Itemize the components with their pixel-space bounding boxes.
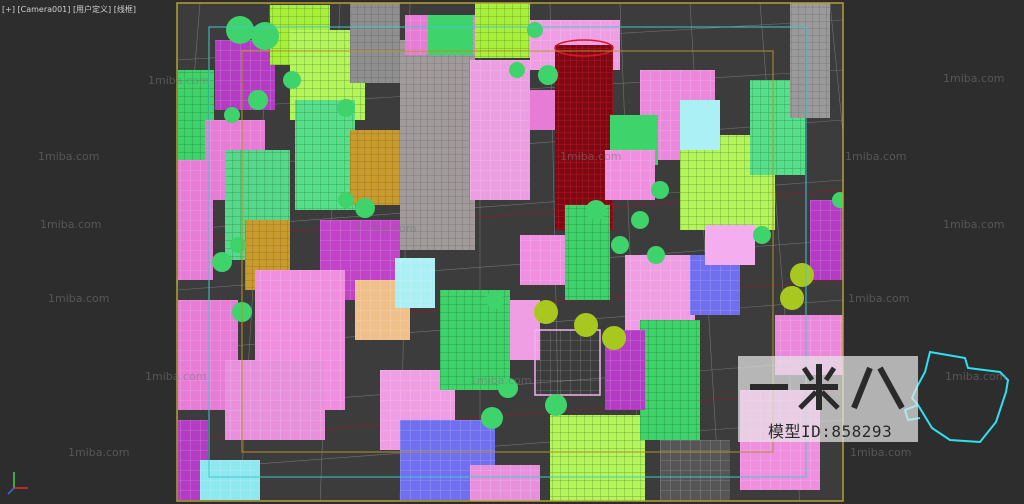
building-pink-center [470,60,530,200]
building-tan-1 [350,130,405,205]
viewcube-icon[interactable] [903,350,1010,444]
building-cyan-1 [395,258,435,308]
building-gray-tower [400,40,475,250]
building-red-tower [554,39,614,230]
building-pink-r4 [705,225,755,265]
building-pink-5 [225,360,325,440]
watermark-text: 1miba.com [850,446,912,459]
watermark-text: 1miba.com [68,446,130,459]
watermark-text: 1miba.com [40,218,102,231]
axis-gizmo-icon [7,472,28,495]
building-pink-small [534,329,601,396]
building-magenta-r1 [810,200,843,280]
watermark-text: 1miba.com [470,374,532,387]
building-pink-7 [470,465,540,501]
building-pink-r3 [625,255,695,330]
watermark-text: 1miba.com [560,150,622,163]
model-id-label: 模型ID:858293 [768,422,893,441]
building-gray-r2 [660,440,730,500]
watermark-text: 1miba.com [845,150,907,163]
watermark-text: 1miba.com [943,218,1005,231]
building-gray-1 [350,3,400,83]
building-gray-r1 [790,3,830,118]
building-green-r3 [640,320,700,440]
building-lime-top [475,3,530,58]
watermark-text: 1miba.com [38,150,100,163]
watermark-text: 1miba.com [148,74,210,87]
watermark-text: 1miba.com [355,222,417,235]
building-lime-bottom [550,415,645,501]
building-pink-2 [178,160,213,280]
viewport-label[interactable]: [+] [Camera001] [用户定义] [线框] [2,4,136,15]
building-green-mid [565,205,610,300]
brand-logo-mark [750,364,905,410]
watermark-text: 1miba.com [145,370,207,383]
building-cyan-r1 [680,100,720,150]
watermark-text: 1miba.com [48,292,110,305]
watermark-text: 1miba.com [943,72,1005,85]
watermark-text: 1miba.com [945,370,1007,383]
watermark-text: 1miba.com [848,292,910,305]
building-pink-mid2 [520,235,570,285]
